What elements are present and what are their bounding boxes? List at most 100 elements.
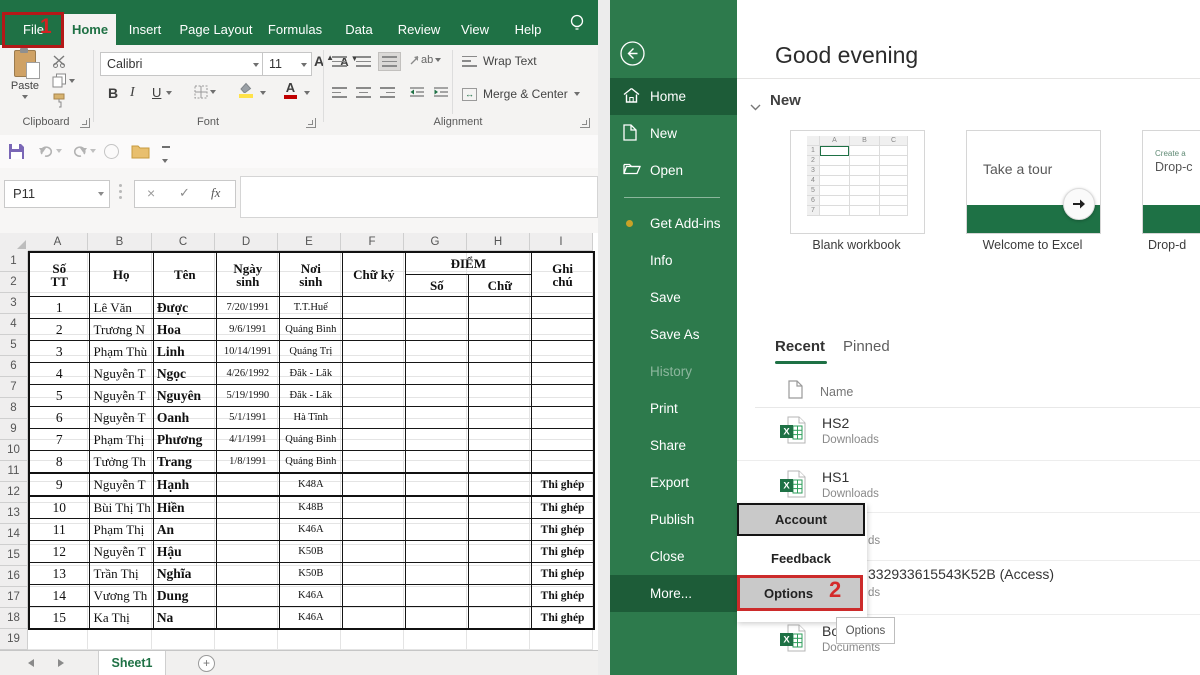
orientation-button[interactable]: ab <box>410 54 441 66</box>
table-cell[interactable]: Nghĩa <box>153 563 216 585</box>
format-painter-button[interactable] <box>52 93 66 108</box>
table-cell[interactable] <box>342 607 405 630</box>
table-cell[interactable]: 4/26/1992 <box>216 363 279 385</box>
copy-button[interactable] <box>52 73 75 88</box>
underline-button[interactable]: U <box>152 85 172 100</box>
sidebar-item-save-as[interactable]: Save As <box>610 316 737 353</box>
tab-view[interactable]: View <box>452 14 498 45</box>
table-cell[interactable] <box>342 496 405 519</box>
table-cell[interactable] <box>216 585 279 607</box>
tab-formulas[interactable]: Formulas <box>262 14 328 45</box>
menu-item-account[interactable]: Account <box>737 503 865 536</box>
table-cell[interactable]: 15 <box>29 607 89 630</box>
table-cell[interactable]: 11 <box>29 519 89 541</box>
font-color-button[interactable]: A <box>284 82 297 99</box>
cell-c19[interactable] <box>152 629 215 650</box>
table-cell[interactable] <box>531 451 594 474</box>
column-header-g[interactable]: G <box>404 233 467 251</box>
table-row[interactable]: 9Nguyễn THạnhK48AThi ghép <box>29 473 594 496</box>
table-cell[interactable]: Hạnh <box>153 473 216 496</box>
table-cell[interactable] <box>405 496 468 519</box>
column-header-h[interactable]: H <box>467 233 530 251</box>
table-row[interactable]: 10Bùi Thị ThHiềnK48BThi ghép <box>29 496 594 519</box>
header-chu-ky[interactable]: Chữ ký <box>342 252 405 297</box>
table-cell[interactable]: 10/14/1991 <box>216 341 279 363</box>
cell-e19[interactable] <box>278 629 341 650</box>
table-row[interactable]: 15Ka ThịNaK46AThi ghép <box>29 607 594 630</box>
tab-home[interactable]: Home <box>64 14 116 45</box>
row-header-7[interactable]: 7 <box>0 377 28 398</box>
table-row[interactable]: 5Nguyễn TNguyên5/19/1990Đăk - Lăk <box>29 385 594 407</box>
table-row[interactable]: 2Trương NHoa9/6/1991Quảng Bình <box>29 319 594 341</box>
row-header-5[interactable]: 5 <box>0 335 28 356</box>
table-cell[interactable] <box>342 363 405 385</box>
merge-center-button[interactable]: ↔ Merge & Center <box>462 87 580 101</box>
select-all-corner[interactable] <box>0 233 29 252</box>
table-cell[interactable]: 4 <box>29 363 89 385</box>
table-cell[interactable]: 3 <box>29 341 89 363</box>
enter-check-icon[interactable]: ✓ <box>179 185 190 201</box>
table-cell[interactable] <box>468 363 531 385</box>
table-row[interactable]: 12Nguyễn THậuK50BThi ghép <box>29 541 594 563</box>
table-cell[interactable] <box>405 341 468 363</box>
table-cell[interactable] <box>216 607 279 630</box>
row-header-15[interactable]: 15 <box>0 545 28 566</box>
cell-a19[interactable] <box>28 629 88 650</box>
table-cell[interactable] <box>405 429 468 451</box>
row-header-18[interactable]: 18 <box>0 608 28 629</box>
table-cell[interactable] <box>468 496 531 519</box>
align-center-button[interactable] <box>356 87 371 98</box>
table-cell[interactable]: Nguyên <box>153 385 216 407</box>
row-header-11[interactable]: 11 <box>0 461 28 482</box>
table-cell[interactable] <box>531 341 594 363</box>
table-cell[interactable] <box>216 563 279 585</box>
undo-button[interactable] <box>38 144 62 157</box>
table-cell[interactable] <box>531 385 594 407</box>
table-cell[interactable] <box>468 297 531 319</box>
template-card-welcome-to-excel[interactable]: Take a tour <box>966 130 1101 234</box>
table-cell[interactable]: 2 <box>29 319 89 341</box>
table-cell[interactable]: Bùi Thị Th <box>89 496 153 519</box>
tab-recent[interactable]: Recent <box>775 338 825 355</box>
row-header-17[interactable]: 17 <box>0 587 28 608</box>
increase-indent-button[interactable] <box>434 87 448 98</box>
menu-item-feedback[interactable]: Feedback <box>737 545 865 571</box>
table-cell[interactable]: K50B <box>279 563 342 585</box>
table-cell[interactable] <box>405 473 468 496</box>
table-cell[interactable]: Dung <box>153 585 216 607</box>
header-ten[interactable]: Tên <box>153 252 216 297</box>
template-card-drop-d[interactable]: Create aDrop-c <box>1142 130 1200 234</box>
table-cell[interactable] <box>468 541 531 563</box>
decrease-indent-button[interactable] <box>410 87 424 98</box>
sheet-nav-left-icon[interactable] <box>28 659 34 667</box>
table-cell[interactable] <box>405 385 468 407</box>
align-right-button[interactable] <box>380 87 395 98</box>
column-header-f[interactable]: F <box>341 233 404 251</box>
table-cell[interactable]: 8 <box>29 451 89 474</box>
table-row[interactable]: 11Phạm ThịAnK46AThi ghép <box>29 519 594 541</box>
table-cell[interactable] <box>468 473 531 496</box>
cell-b19[interactable] <box>88 629 152 650</box>
table-cell[interactable] <box>405 297 468 319</box>
font-dialog-launcher[interactable] <box>306 118 316 128</box>
tab-pinned[interactable]: Pinned <box>843 338 890 355</box>
table-cell[interactable]: 9 <box>29 473 89 496</box>
table-cell[interactable] <box>342 429 405 451</box>
table-cell[interactable]: Thi ghép <box>531 519 594 541</box>
table-cell[interactable]: 14 <box>29 585 89 607</box>
sidebar-item-home[interactable]: Home <box>610 78 737 115</box>
column-header-a[interactable]: A <box>28 233 88 251</box>
table-cell[interactable]: Thi ghép <box>531 473 594 496</box>
fill-color-button[interactable] <box>238 82 254 98</box>
table-cell[interactable]: Nguyễn T <box>89 407 153 429</box>
table-row[interactable]: 3Phạm ThùLinh10/14/1991Quảng Trị <box>29 341 594 363</box>
table-row[interactable]: 14Vương ThDungK46AThi ghép <box>29 585 594 607</box>
header-ho[interactable]: Họ <box>89 252 153 297</box>
column-header-i[interactable]: I <box>530 233 593 251</box>
table-cell[interactable] <box>405 319 468 341</box>
table-cell[interactable]: Đăk - Lăk <box>279 385 342 407</box>
table-cell[interactable]: 5 <box>29 385 89 407</box>
table-cell[interactable] <box>468 585 531 607</box>
table-cell[interactable]: Ngọc <box>153 363 216 385</box>
borders-button[interactable] <box>194 85 216 99</box>
